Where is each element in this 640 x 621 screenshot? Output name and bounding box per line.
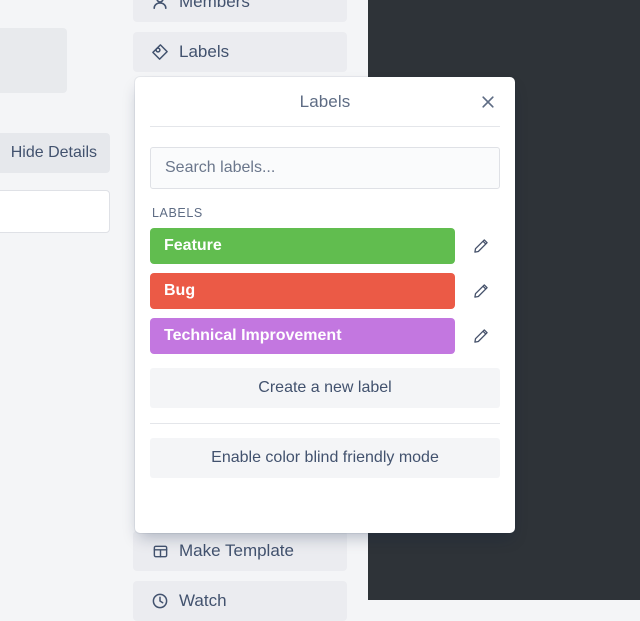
label-row: Technical Improvement xyxy=(150,318,500,354)
hide-details-button[interactable]: Hide Details xyxy=(0,133,110,173)
sidebar-item-label: Watch xyxy=(179,591,227,610)
hide-details-label: Hide Details xyxy=(10,144,97,161)
template-icon xyxy=(150,541,170,561)
label-chip-name: Technical Improvement xyxy=(164,327,342,344)
enable-color-blind-mode-button[interactable]: Enable color blind friendly mode xyxy=(150,438,500,478)
sidebar-item-label: Members xyxy=(179,0,250,11)
left-content-block xyxy=(0,28,67,93)
person-icon xyxy=(150,0,170,12)
watch-icon xyxy=(150,591,170,611)
close-icon[interactable] xyxy=(475,89,501,115)
sidebar-item-watch[interactable]: Watch xyxy=(133,581,347,621)
sidebar-item-label: Labels xyxy=(179,42,230,61)
popover-body: LABELS Feature Bug xyxy=(135,127,515,478)
label-row: Bug xyxy=(150,273,500,309)
popover-header: Labels xyxy=(135,77,515,126)
sidebar-item-make-template[interactable]: Make Template xyxy=(133,531,347,571)
label-chip-name: Bug xyxy=(164,282,196,299)
create-new-label-button[interactable]: Create a new label xyxy=(150,368,500,408)
pencil-icon[interactable] xyxy=(463,228,499,264)
popover-title: Labels xyxy=(299,91,351,111)
pencil-icon[interactable] xyxy=(463,318,499,354)
tag-icon xyxy=(150,42,170,62)
label-row: Feature xyxy=(150,228,500,264)
search-labels-input[interactable] xyxy=(150,147,500,189)
left-text-input[interactable] xyxy=(0,190,110,233)
sidebar-item-label: Make Template xyxy=(179,541,294,560)
label-chip-technical-improvement[interactable]: Technical Improvement xyxy=(150,318,455,354)
pencil-icon[interactable] xyxy=(463,273,499,309)
label-chip-name: Feature xyxy=(164,237,222,254)
label-chip-bug[interactable]: Bug xyxy=(150,273,455,309)
footer-divider xyxy=(150,423,500,424)
sidebar-item-members[interactable]: Members xyxy=(133,0,347,22)
sidebar-item-labels[interactable]: Labels xyxy=(133,32,347,72)
label-chip-feature[interactable]: Feature xyxy=(150,228,455,264)
labels-section-header: LABELS xyxy=(152,206,203,220)
labels-popover: Labels LABELS Feature Bug xyxy=(135,77,515,533)
